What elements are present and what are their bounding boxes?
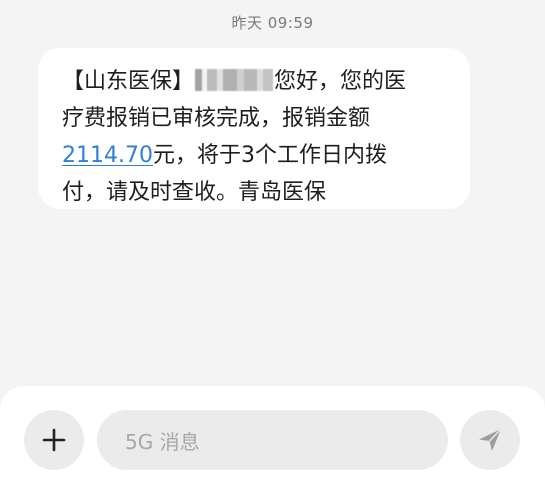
message-timestamp: 昨天 09:59	[231, 14, 314, 32]
message-line-3: 2114.70元，将于3个工作日内拨	[62, 137, 462, 174]
message-greeting: 您好，您的医	[274, 69, 407, 94]
plus-icon	[42, 428, 66, 452]
message-line-2: 疗费报销已审核完成，报销金额	[62, 106, 371, 131]
add-attachment-button[interactable]	[24, 410, 84, 470]
message-bubble[interactable]: 【山东医保】 您好，您的医 疗费报销已审核完成，报销金额 2114.70元，将于3…	[38, 48, 470, 209]
message-line-3-text: 元，将于3个工作日内拨	[152, 143, 387, 168]
redacted-name	[195, 69, 274, 91]
message-line-1: 【山东医保】 您好，您的医	[62, 63, 462, 100]
send-icon	[479, 428, 502, 451]
message-input[interactable]: 5G 消息	[97, 410, 448, 470]
message-sender-tag: 【山东医保】	[62, 69, 195, 94]
send-button[interactable]	[460, 410, 520, 470]
message-input-placeholder: 5G 消息	[125, 429, 200, 454]
amount-link[interactable]: 2114.70	[62, 143, 153, 168]
message-line-4: 付，请及时查收。青岛医保	[62, 180, 327, 205]
